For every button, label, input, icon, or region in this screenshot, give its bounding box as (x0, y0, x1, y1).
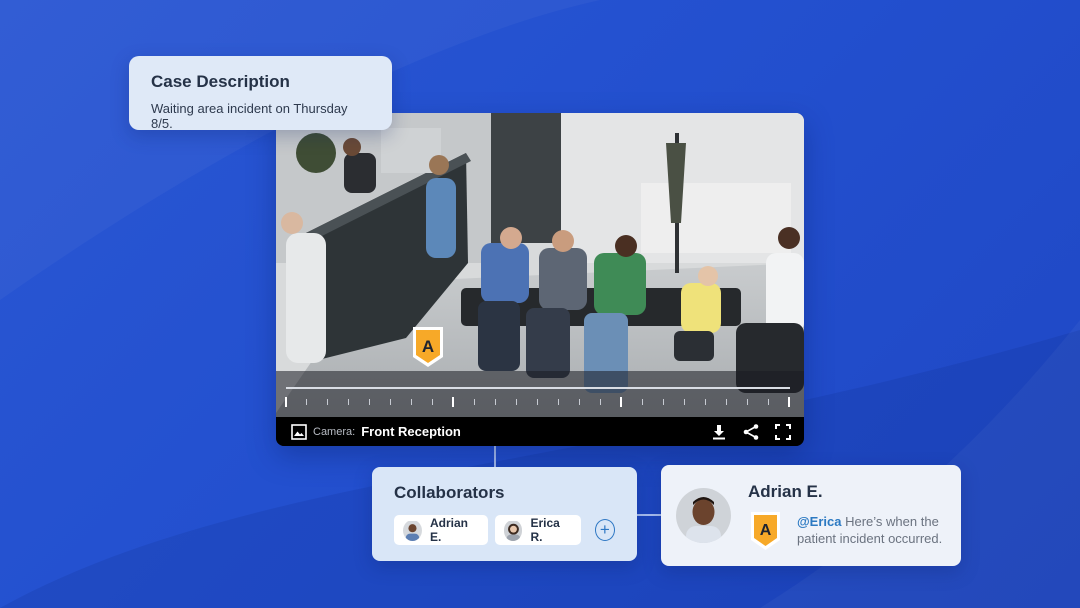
collaborators-card: Collaborators Adrian E. Erica R. + (372, 467, 637, 561)
timeline-ticks (285, 397, 790, 407)
connector-line (494, 446, 496, 468)
event-marker-a[interactable]: A (411, 325, 445, 369)
collaborator-name: Erica R. (530, 516, 560, 544)
image-icon (291, 423, 307, 440)
event-marker-label: A (422, 337, 434, 356)
avatar (503, 520, 523, 541)
event-marker-a[interactable]: A (749, 510, 782, 552)
comment-card: Adrian E. A @Erica Here’s when the patie… (661, 465, 961, 566)
video-player[interactable]: A Camera: Front Reception (276, 113, 804, 446)
fullscreen-icon[interactable] (774, 423, 792, 441)
event-marker-label: A (760, 522, 772, 539)
connector-line (637, 514, 661, 516)
mention-link[interactable]: @Erica (797, 514, 841, 529)
camera-name: Front Reception (361, 424, 461, 439)
share-icon[interactable] (742, 423, 760, 441)
collaborator-chip[interactable]: Adrian E. (394, 515, 488, 545)
add-collaborator-button[interactable]: + (594, 519, 615, 541)
download-icon[interactable] (710, 423, 728, 441)
case-description-text: Waiting area incident on Thursday 8/5. (151, 101, 348, 131)
avatar (676, 488, 731, 543)
case-title: Case Description (151, 72, 290, 91)
camera-label: Camera: (313, 425, 356, 438)
video-timeline[interactable] (276, 371, 804, 417)
collaborators-title: Collaborators (394, 483, 505, 502)
video-toolbar: Camera: Front Reception (276, 417, 804, 446)
case-description-card: Case Description Waiting area incident o… (129, 56, 392, 131)
collaborator-name: Adrian E. (429, 516, 468, 544)
comment-text: @Erica Here’s when the patient incident … (797, 513, 952, 547)
comment-author: Adrian E. (748, 482, 823, 501)
collaborator-chip[interactable]: Erica R. (494, 515, 581, 545)
avatar (403, 520, 422, 541)
